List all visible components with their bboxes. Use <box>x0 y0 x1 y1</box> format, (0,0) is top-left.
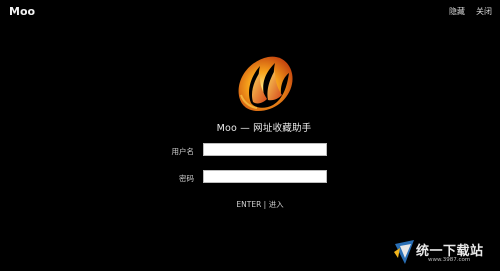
app-window: Moo 隐藏 关闭 Moo — 网址收藏助手 用户名 密码 ENTER | 进入… <box>0 0 500 271</box>
close-button[interactable]: 关闭 <box>476 6 492 17</box>
flame-logo-icon <box>238 56 293 111</box>
password-input[interactable] <box>203 170 327 183</box>
window-actions: 隐藏 关闭 <box>449 6 492 17</box>
hide-button[interactable]: 隐藏 <box>449 6 465 17</box>
password-label: 密码 <box>179 174 194 183</box>
username-input[interactable] <box>203 143 327 156</box>
app-subtitle: Moo — 网址收藏助手 <box>0 120 500 134</box>
watermark: 统一下载站 www.3987.com <box>392 238 494 268</box>
username-label: 用户名 <box>171 147 195 156</box>
enter-button[interactable]: ENTER | 进入 <box>236 200 283 209</box>
app-title: Moo <box>9 5 36 18</box>
enter-link-wrap: ENTER | 进入 <box>0 199 500 210</box>
logo-mark-icon <box>394 240 414 264</box>
watermark-url: www.3987.com <box>428 257 471 263</box>
subtitle-text: Moo — 网址收藏助手 <box>216 123 312 134</box>
